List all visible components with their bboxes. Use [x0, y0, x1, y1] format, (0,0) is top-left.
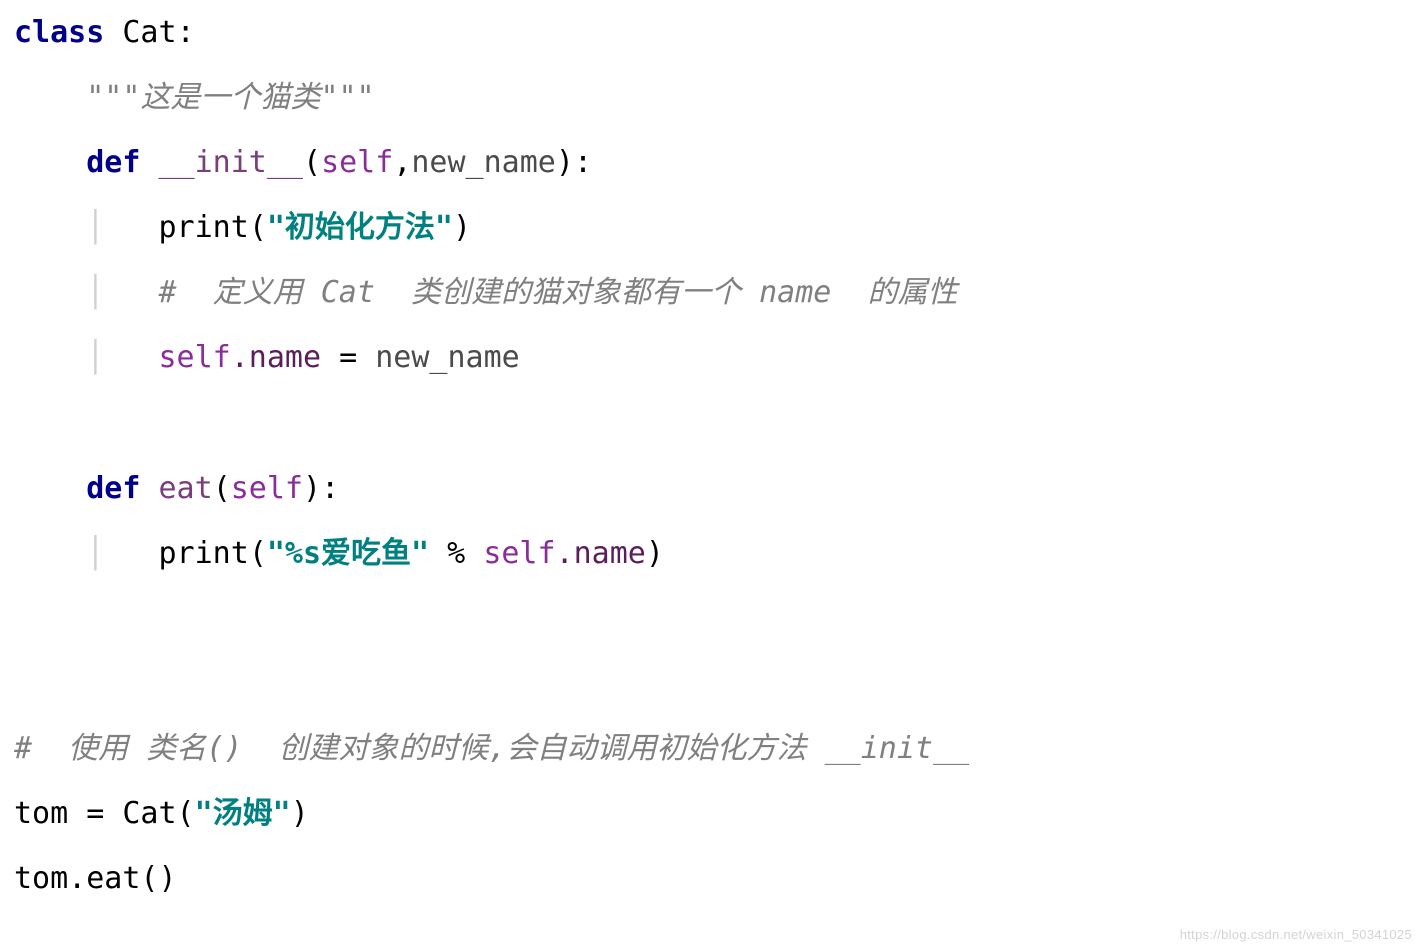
- new-name-ref: new_name: [375, 340, 520, 375]
- method-init: __init__: [159, 145, 304, 180]
- comment-attr: # 定义用 Cat 类创建的猫对象都有一个 name 的属性: [159, 275, 958, 310]
- class-name: Cat: [122, 15, 176, 50]
- self-ref: self: [483, 536, 555, 571]
- self-ref: self: [159, 340, 231, 375]
- print-call: print: [159, 536, 249, 571]
- attr-name: .name: [231, 340, 321, 375]
- string-eat: "%s爱吃鱼": [267, 536, 429, 571]
- attr-name: .name: [556, 536, 646, 571]
- colon: :: [177, 15, 195, 50]
- param-new-name: new_name: [411, 145, 556, 180]
- keyword-def: def: [86, 471, 140, 506]
- comment-main: # 使用 类名() 创建对象的时候,会自动调用初始化方法 __init__: [14, 731, 969, 766]
- docstring: """这是一个猫类""": [86, 80, 374, 115]
- watermark: https://blog.csdn.net/weixin_50341025: [1180, 927, 1412, 942]
- code-block: class Cat: """这是一个猫类""" def __init__(sel…: [0, 0, 1426, 911]
- print-call: print: [159, 210, 249, 245]
- method-eat: eat: [159, 471, 213, 506]
- keyword-def: def: [86, 145, 140, 180]
- string-tom: "汤姆": [195, 796, 291, 831]
- keyword-class: class: [14, 15, 104, 50]
- tom-eat-call: tom.eat(): [14, 861, 177, 896]
- var-tom: tom: [14, 796, 68, 831]
- self-param: self: [321, 145, 393, 180]
- self-param: self: [231, 471, 303, 506]
- string-init: "初始化方法": [267, 210, 453, 245]
